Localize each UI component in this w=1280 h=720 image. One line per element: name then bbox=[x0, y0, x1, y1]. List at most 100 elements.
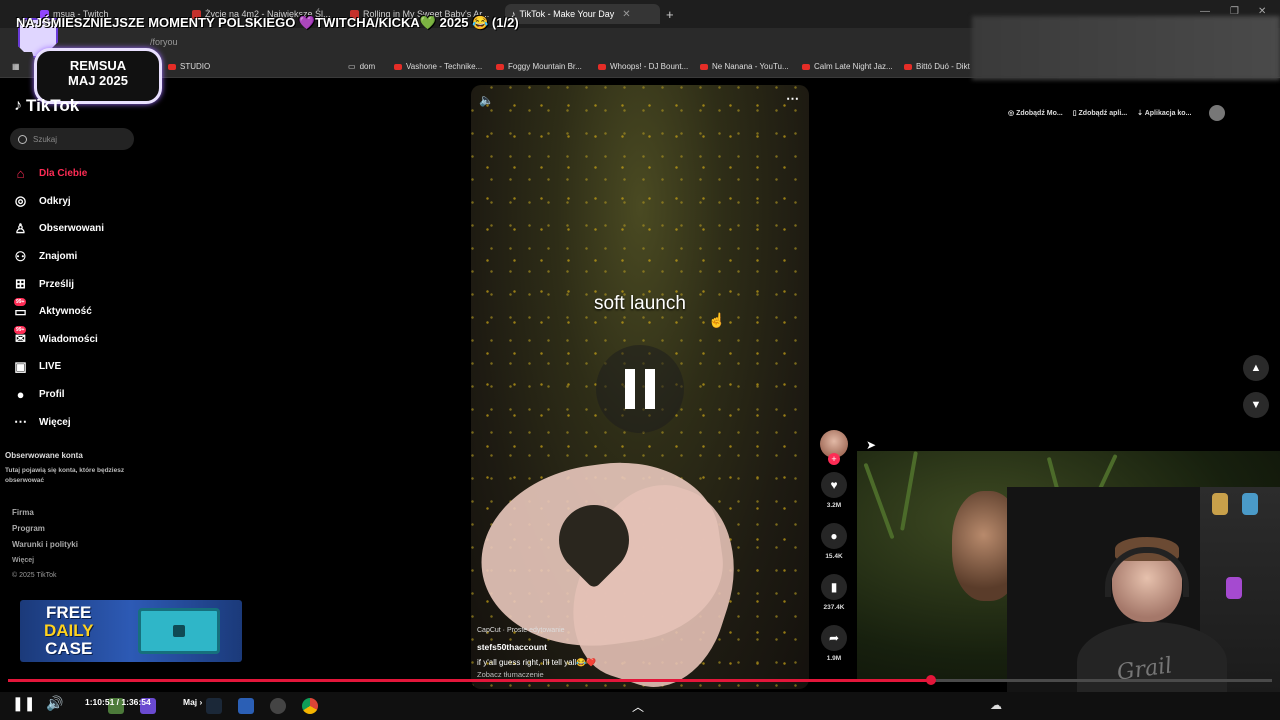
free-daily-case-ad: FREE DAILY CASE bbox=[20, 600, 242, 662]
progress-bar[interactable] bbox=[8, 675, 1272, 685]
share-icon[interactable]: ➦ bbox=[821, 625, 847, 651]
bookmark-whoops[interactable]: Whoops! - DJ Bount... bbox=[598, 62, 688, 71]
progress-handle[interactable] bbox=[925, 675, 936, 685]
sidebar-item-label: Obserwowani bbox=[39, 223, 105, 235]
save-action[interactable]: ▮ 237.4K bbox=[818, 574, 850, 611]
sidebar-item-label: Aktywność bbox=[39, 306, 92, 318]
sidebar-item-friends[interactable]: ⚇ Znajomi bbox=[12, 243, 152, 271]
progress-fill bbox=[8, 679, 931, 682]
action-label: Zdobądź Mo... bbox=[1016, 110, 1063, 117]
capcut-label[interactable]: CapCut · Proste edytowanie bbox=[477, 625, 596, 637]
sidebar-item-activity[interactable]: ▭ 99+ Aktywność bbox=[12, 298, 152, 326]
bookmark-label: Calm Late Night Jaz... bbox=[814, 62, 893, 71]
bookmark-foggy[interactable]: Foggy Mountain Br... bbox=[496, 62, 582, 71]
bookmark-vashone[interactable]: Vashone - Technike... bbox=[394, 62, 482, 71]
sidebar-item-label: Więcej bbox=[39, 416, 71, 428]
chest-image bbox=[138, 608, 220, 654]
youtube-icon bbox=[904, 63, 912, 70]
ad-line: FREE bbox=[46, 603, 92, 622]
comment-action[interactable]: ● 15.4K bbox=[818, 523, 850, 560]
action-label: Aplikacja ko... bbox=[1144, 110, 1192, 117]
bookmark-icon[interactable]: ▮ bbox=[821, 574, 847, 600]
sidebar-item-label: Odkryj bbox=[39, 195, 71, 207]
sidebar-item-more[interactable]: ⋯ Więcej bbox=[12, 408, 152, 436]
pause-button[interactable] bbox=[596, 345, 684, 433]
desktop-app-button[interactable]: ⇣ Aplikacja ko... bbox=[1137, 109, 1191, 117]
bookmark-nenanana[interactable]: Ne Nanana - YouTu... bbox=[700, 62, 789, 71]
bookmark-label: Bittó Duó - Dikt bbox=[916, 62, 970, 71]
messages-icon: ✉ 99+ bbox=[14, 325, 27, 347]
followed-accounts-desc: Tutaj pojawią się konta, które będziesz … bbox=[5, 467, 125, 484]
pause-bar bbox=[625, 369, 635, 409]
steam-icon[interactable] bbox=[206, 698, 222, 714]
calendar-icon[interactable] bbox=[238, 698, 254, 714]
creator-avatar[interactable]: + bbox=[820, 430, 848, 465]
mouse-cursor-icon: ☝ bbox=[708, 312, 726, 328]
activity-icon: ▭ 99+ bbox=[14, 298, 27, 319]
get-app-button[interactable]: ▯ Zdobądź apli... bbox=[1073, 109, 1127, 117]
bookmark-studio[interactable]: STUDIO bbox=[168, 62, 210, 71]
sidebar-item-following[interactable]: ♙ Obserwowani bbox=[12, 215, 152, 243]
tab-tiktok[interactable]: ♪ TikTok - Make Your Day ✕ bbox=[505, 4, 660, 24]
bookmark-label: STUDIO bbox=[180, 62, 211, 71]
apps-grid-icon[interactable]: ▦ bbox=[12, 62, 20, 71]
chevron-up-icon[interactable]: ︿ bbox=[632, 698, 648, 714]
bookmark-label: Foggy Mountain Br... bbox=[508, 62, 582, 71]
chapter-label[interactable]: Maj › bbox=[183, 697, 202, 707]
more-options-icon[interactable]: ⋯ bbox=[786, 91, 799, 107]
tiktok-logo[interactable]: ♪ TikTok bbox=[14, 96, 79, 116]
figurine bbox=[1242, 493, 1258, 515]
sidebar-item-messages[interactable]: ✉ 99+ Wiadomości bbox=[12, 325, 152, 354]
footer-link-more[interactable]: Więcej bbox=[12, 553, 78, 569]
compass-icon: ◎ bbox=[14, 193, 27, 209]
get-coins-button[interactable]: ◎ Zdobądź Mo... bbox=[1008, 109, 1063, 117]
sidebar-item-profile[interactable]: ● Profil bbox=[12, 381, 152, 409]
video-username[interactable]: stefs50thaccount bbox=[477, 641, 596, 653]
sidebar-item-label: Wiadomości bbox=[39, 333, 98, 345]
bookmark-label: Whoops! - DJ Bount... bbox=[610, 62, 689, 71]
youtube-icon bbox=[598, 63, 606, 70]
footer-link-program[interactable]: Program bbox=[12, 521, 78, 537]
sidebar-item-upload[interactable]: ⊞ Prześlij bbox=[12, 270, 152, 298]
chrome-icon[interactable] bbox=[302, 698, 318, 714]
cloud-icon[interactable]: ☁ bbox=[990, 698, 1006, 714]
bookmark-folder-dom[interactable]: ▭ dom bbox=[348, 62, 375, 71]
app-icon[interactable] bbox=[270, 698, 286, 714]
bookmark-label: dom bbox=[359, 62, 376, 71]
ad-text: FREE DAILY CASE bbox=[44, 604, 93, 658]
tab-label: TikTok - Make Your Day bbox=[519, 9, 615, 19]
share-count: 1.9M bbox=[826, 655, 842, 662]
volume-icon[interactable]: 🔊 bbox=[46, 695, 63, 711]
url-text[interactable]: /foryou bbox=[150, 37, 178, 47]
footer-link-company[interactable]: Firma bbox=[12, 505, 78, 521]
bookmark-bitto[interactable]: Bittó Duó - Dikt bbox=[904, 62, 970, 71]
user-avatar[interactable] bbox=[1209, 105, 1226, 121]
comment-icon[interactable]: ● bbox=[821, 523, 847, 549]
search-input[interactable] bbox=[33, 134, 123, 144]
search-bar[interactable] bbox=[10, 128, 134, 150]
bookmark-calm-jazz[interactable]: Calm Late Night Jaz... bbox=[802, 62, 893, 71]
pause-icon[interactable]: ❚❚ bbox=[12, 695, 35, 711]
sidebar-item-for-you[interactable]: ⌂ Dla Ciebie bbox=[12, 160, 152, 188]
sidebar-item-explore[interactable]: ◎ Odkryj bbox=[12, 188, 152, 216]
sidebar-item-label: Profil bbox=[39, 389, 65, 401]
volume-icon[interactable]: 🔈 bbox=[479, 93, 494, 107]
streamer-date: MAJ 2025 bbox=[68, 73, 128, 88]
share-action[interactable]: ➦ 1.9M bbox=[818, 625, 850, 662]
sidebar-item-live[interactable]: ▣ LIVE bbox=[12, 353, 152, 381]
like-action[interactable]: ♥ 3.2M bbox=[818, 472, 850, 509]
close-tab-icon[interactable]: ✕ bbox=[622, 9, 630, 20]
blurred-region bbox=[972, 16, 1280, 80]
heart-icon[interactable]: ♥ bbox=[821, 472, 847, 498]
video-player[interactable]: 🔈 ⋯ soft launch CapCut · Proste edytowan… bbox=[471, 85, 809, 689]
next-video-button[interactable]: ▼ bbox=[1243, 392, 1269, 418]
mouse-pointer-icon: ➤ bbox=[866, 438, 877, 452]
video-overlay-title: NAJŚMIESZNIEJSZE MOMENTY POLSKIEGO 💜TWIT… bbox=[16, 15, 519, 30]
footer-links: Firma Program Warunki i polityki Więcej bbox=[12, 505, 78, 569]
previous-video-button[interactable]: ▲ bbox=[1243, 355, 1269, 381]
footer-link-terms[interactable]: Warunki i polityki bbox=[12, 537, 78, 553]
new-tab-button[interactable]: + bbox=[666, 4, 674, 24]
follow-plus-icon[interactable]: + bbox=[828, 453, 840, 465]
youtube-icon bbox=[496, 63, 504, 70]
sidebar-item-label: Znajomi bbox=[39, 251, 78, 263]
